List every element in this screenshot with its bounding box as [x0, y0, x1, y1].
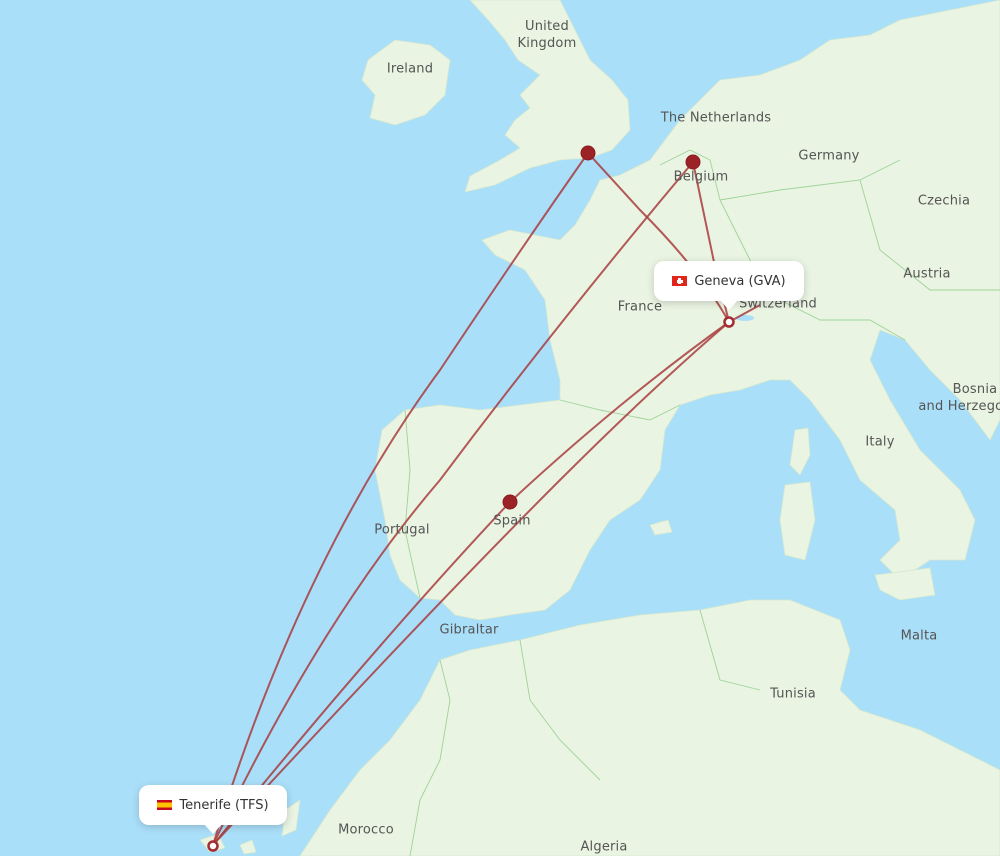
land-corsica	[789, 427, 811, 476]
label-malta: Malta	[900, 628, 938, 644]
switzerland-flag-icon	[672, 276, 688, 286]
label-italy: Italy	[865, 434, 895, 450]
map-canvas[interactable]	[0, 0, 1000, 856]
label-spain: Spain	[493, 513, 531, 529]
airport-marker-gva[interactable]	[723, 316, 735, 328]
land-europe	[374, 0, 1000, 621]
stop-marker-madrid[interactable]	[502, 494, 518, 510]
land-balearics	[649, 519, 673, 536]
label-the-netherlands: The Netherlands	[660, 110, 772, 126]
land-sicily	[874, 567, 936, 601]
label-united-kingdom: United Kingdom	[517, 19, 577, 51]
label-bosnia: Bosnia and Herzegovina	[918, 382, 1000, 414]
destination-airport-name: Tenerife (TFS)	[179, 797, 269, 813]
stop-marker-london[interactable]	[580, 145, 596, 161]
destination-callout[interactable]: Tenerife (TFS)	[139, 785, 287, 834]
land-ireland	[361, 39, 451, 126]
label-austria: Austria	[903, 266, 951, 282]
label-germany: Germany	[798, 148, 860, 164]
spain-flag-icon	[157, 800, 173, 810]
label-france: France	[617, 299, 663, 315]
label-gibraltar: Gibraltar	[439, 622, 499, 638]
land-sardinia	[779, 481, 816, 561]
stop-marker-brussels[interactable]	[685, 154, 701, 170]
label-morocco: Morocco	[338, 822, 394, 838]
airport-marker-tfs[interactable]	[207, 840, 219, 852]
label-czechia: Czechia	[917, 193, 971, 209]
label-algeria: Algeria	[580, 839, 628, 855]
land-gran-canaria	[239, 839, 257, 855]
origin-airport-name: Geneva (GVA)	[694, 273, 786, 289]
label-tunisia: Tunisia	[770, 686, 816, 702]
origin-callout[interactable]: Geneva (GVA)	[654, 261, 804, 310]
label-ireland: Ireland	[386, 61, 434, 77]
label-portugal: Portugal	[374, 522, 430, 538]
label-belgium: Belgium	[673, 169, 729, 185]
